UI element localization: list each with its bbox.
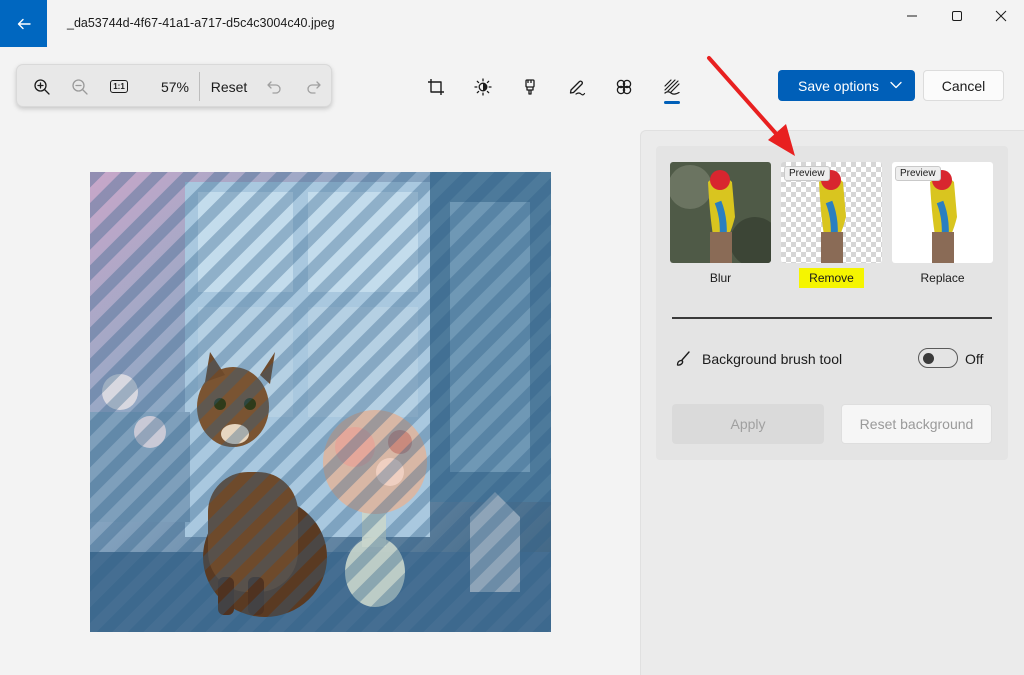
toolbar-divider [199, 72, 200, 101]
arrow-left-icon [17, 18, 31, 29]
preview-badge: Preview [895, 166, 941, 181]
reset-background-button[interactable]: Reset background [841, 404, 992, 444]
parrot-blur-preview [670, 162, 771, 263]
maximize-icon [952, 11, 962, 21]
panel-divider [672, 317, 992, 319]
zoom-in-icon [34, 78, 50, 95]
toggle-state-label: Off [965, 351, 984, 367]
eraser-icon [525, 79, 535, 95]
tool-markup[interactable] [560, 72, 594, 102]
zoom-level[interactable]: 57% [155, 65, 195, 108]
brush-tool-toggle[interactable] [918, 348, 958, 368]
tool-background[interactable] [655, 72, 689, 102]
remove-option-label: Remove [799, 268, 864, 288]
zoom-out-button[interactable] [65, 65, 95, 108]
save-options-label: Save options [798, 78, 879, 94]
minimize-button[interactable] [889, 0, 935, 32]
tool-erase[interactable] [513, 72, 547, 102]
pen-icon [569, 80, 586, 96]
zoom-in-button[interactable] [27, 65, 57, 108]
preview-badge: Preview [784, 166, 830, 181]
zoom-toolbar: 1:1 57% Reset [16, 64, 332, 107]
cancel-button[interactable]: Cancel [923, 70, 1004, 101]
tool-filter[interactable] [607, 72, 641, 102]
filter-icon [616, 79, 632, 95]
title-bar: _da53744d-4f67-41a1-a717-d5c4c3004c40.jp… [0, 0, 1024, 47]
brush-icon [676, 351, 690, 366]
blur-option-label: Blur [709, 271, 732, 285]
close-button[interactable] [978, 0, 1024, 32]
photo-preview [90, 172, 551, 632]
undo-button[interactable] [260, 65, 288, 108]
redo-button[interactable] [300, 65, 328, 108]
chevron-down-icon [890, 81, 902, 89]
replace-option-label: Replace [920, 271, 965, 285]
crop-icon [428, 79, 444, 95]
minimize-icon [907, 15, 917, 17]
brush-tool-label: Background brush tool [702, 351, 843, 367]
brightness-icon [474, 78, 492, 96]
remove-option-label-wrap: Remove [781, 268, 882, 288]
actual-size-button[interactable]: 1:1 [104, 65, 134, 108]
active-tool-indicator [664, 101, 680, 104]
zoom-out-icon [72, 78, 88, 95]
close-icon [995, 10, 1007, 22]
replace-option-thumbnail[interactable]: Preview [892, 162, 993, 263]
actual-size-icon: 1:1 [110, 80, 128, 93]
edited-photo[interactable] [90, 172, 551, 632]
apply-button[interactable]: Apply [672, 404, 824, 444]
save-options-button[interactable]: Save options [778, 70, 915, 101]
redo-icon [307, 80, 321, 94]
tool-adjustment[interactable] [466, 72, 500, 102]
reset-zoom-button[interactable]: Reset [209, 65, 249, 108]
blur-option-thumbnail[interactable] [670, 162, 771, 263]
background-icon [664, 79, 680, 95]
tool-crop[interactable] [419, 72, 453, 102]
toggle-knob [923, 352, 934, 364]
remove-option-thumbnail[interactable]: Preview [781, 162, 882, 263]
maximize-button[interactable] [934, 0, 980, 32]
window-title: _da53744d-4f67-41a1-a717-d5c4c3004c40.jp… [67, 16, 335, 30]
undo-icon [267, 80, 281, 94]
back-button[interactable] [0, 0, 47, 47]
